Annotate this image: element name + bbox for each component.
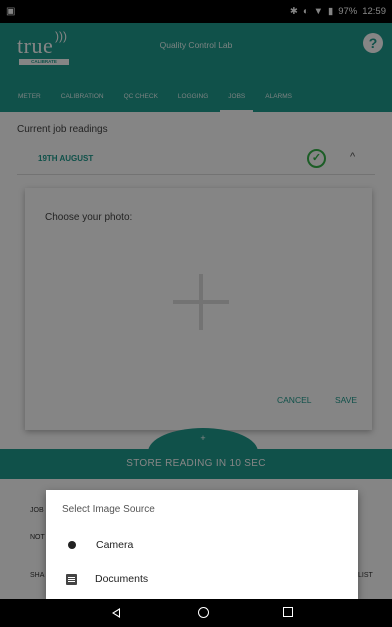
dialog-title: Select Image Source bbox=[62, 504, 155, 515]
option-camera[interactable]: Camera bbox=[66, 535, 133, 555]
documents-icon bbox=[66, 573, 77, 585]
nav-bar bbox=[0, 599, 392, 627]
recents-icon[interactable] bbox=[283, 607, 293, 617]
back-icon[interactable] bbox=[112, 608, 120, 618]
camera-icon bbox=[68, 541, 76, 549]
home-icon[interactable] bbox=[198, 607, 209, 618]
image-source-dialog: Select Image Source Camera Documents bbox=[46, 490, 358, 600]
option-documents-label: Documents bbox=[95, 573, 149, 585]
option-documents[interactable]: Documents bbox=[66, 569, 148, 589]
option-camera-label: Camera bbox=[96, 539, 134, 551]
